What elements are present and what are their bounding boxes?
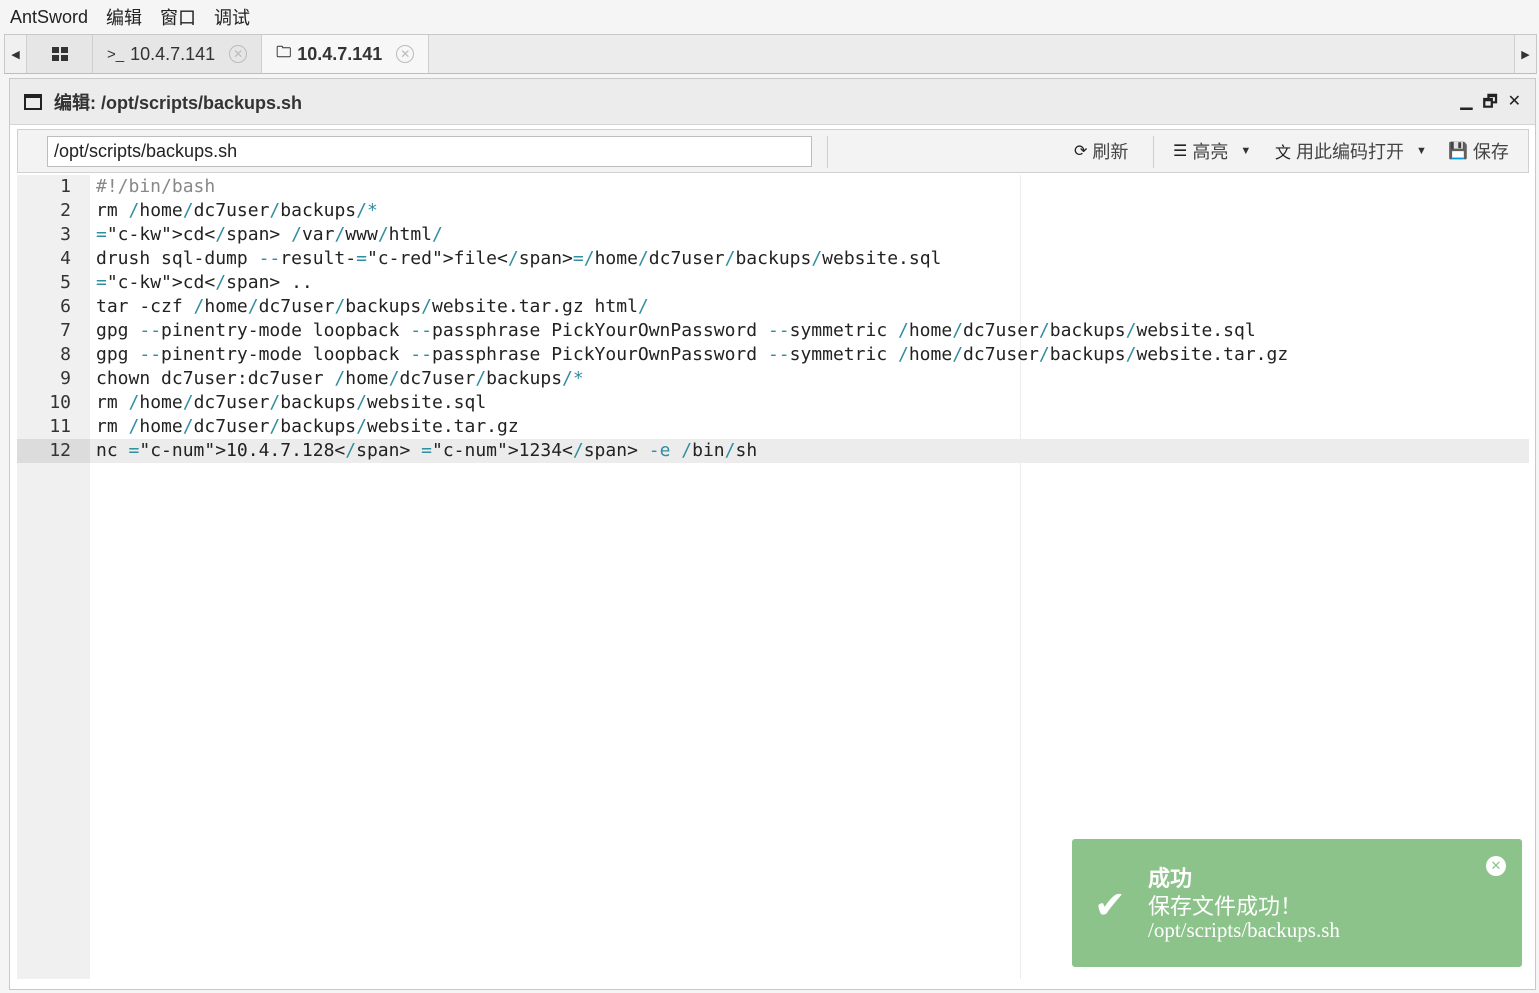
toast-message: 保存文件成功！ — [1148, 895, 1303, 920]
code-line[interactable]: 11 rm /home/dc7user/backups/website.tar.g… — [17, 415, 1529, 439]
line-code: rm /home/dc7user/backups/website.sql — [96, 392, 487, 413]
line-number: 8 — [60, 344, 71, 365]
close-icon[interactable]: ✕ — [1508, 91, 1521, 118]
window-title: 编辑: /opt/scripts/backups.sh — [54, 92, 303, 113]
code-line[interactable]: 6 tar -czf /home/dc7user/backups/website.… — [17, 295, 1529, 319]
highlight-dropdown[interactable]: ☰ 高亮 ▼ — [1173, 130, 1251, 172]
tab-file-manager[interactable]: 🗀 10.4.7.141 ✕ — [262, 35, 430, 73]
line-number: 6 — [60, 296, 71, 317]
translate-icon: 文 — [1275, 145, 1292, 162]
check-icon: ✔ — [1094, 885, 1126, 927]
tab-label: 10.4.7.141 — [130, 43, 216, 64]
success-toast: ✔ 成功 保存文件成功！ /opt/scripts/backups.sh ✕ — [1072, 839, 1522, 967]
caret-down-icon: ▼ — [1416, 145, 1427, 157]
close-icon[interactable]: ✕ — [396, 45, 415, 63]
save-label: 保存 — [1472, 142, 1509, 162]
list-icon: ☰ — [1173, 143, 1188, 160]
code-line[interactable]: 4 drush sql-dump --result-="c-red">file</… — [17, 247, 1529, 271]
window-titlebar[interactable]: 编辑: /opt/scripts/backups.sh ▁ 🗗 ✕ — [10, 79, 1535, 125]
caret-down-icon: ▼ — [1240, 145, 1252, 157]
code-line[interactable]: 5 ="c-kw">cd</span> .. — [17, 271, 1529, 295]
line-number: 3 — [60, 224, 71, 245]
tab-strip: ◀ >_ 10.4.7.141 ✕ 🗀 10.4.7.141 ✕ ▶ — [4, 34, 1537, 74]
line-code: nc ="c-num">10.4.7.128</span> ="c-num">1… — [96, 440, 758, 461]
toolbar-divider — [1153, 136, 1154, 168]
line-number: 7 — [60, 320, 71, 341]
close-icon[interactable]: ✕ — [1486, 856, 1506, 876]
toast-path: /opt/scripts/backups.sh — [1148, 918, 1340, 942]
line-number: 9 — [60, 368, 71, 389]
toolbar-divider — [827, 136, 828, 168]
line-code: rm /home/dc7user/backups/website.tar.gz — [96, 416, 519, 437]
window-controls: ▁ 🗗 ✕ — [1460, 91, 1521, 118]
code-line[interactable]: 3 ="c-kw">cd</span> /var/www/html/ — [17, 223, 1529, 247]
line-number: 2 — [60, 200, 71, 221]
code-line[interactable]: 1 #!/bin/bash — [17, 175, 1529, 199]
line-code: tar -czf /home/dc7user/backups/website.t… — [96, 296, 649, 317]
save-button[interactable]: 💾 保存 — [1448, 130, 1509, 172]
line-code: gpg --pinentry-mode loopback --passphras… — [96, 344, 1289, 365]
file-path-input[interactable] — [47, 136, 812, 167]
minimize-icon[interactable]: ▁ — [1460, 91, 1472, 118]
line-number: 5 — [60, 272, 71, 293]
menu-app[interactable]: AntSword — [10, 7, 88, 28]
line-number: 12 — [17, 439, 90, 463]
tab-scroll-right-icon[interactable]: ▶ — [1514, 35, 1536, 73]
restore-icon[interactable]: 🗗 — [1483, 91, 1498, 118]
code-line[interactable]: 8 gpg --pinentry-mode loopback --passphra… — [17, 343, 1529, 367]
code-line[interactable]: 12 nc ="c-num">10.4.7.128</span> ="c-num"… — [17, 439, 1529, 463]
line-code: gpg --pinentry-mode loopback --passphras… — [96, 320, 1256, 341]
encoding-label: 用此编码打开 — [1296, 142, 1405, 162]
line-number: 10 — [49, 392, 71, 413]
line-number: 1 — [60, 176, 71, 197]
tab-terminal[interactable]: >_ 10.4.7.141 ✕ — [93, 35, 263, 73]
save-icon: 💾 — [1448, 143, 1468, 160]
highlight-label: 高亮 — [1192, 142, 1229, 162]
menu-window[interactable]: 窗口 — [160, 4, 196, 30]
menu-bar: AntSword 编辑 窗口 调试 — [0, 0, 1539, 34]
refresh-icon: ⟳ — [1074, 143, 1088, 160]
close-icon[interactable]: ✕ — [229, 45, 248, 63]
line-number: 11 — [49, 416, 71, 437]
window-icon — [24, 93, 42, 110]
refresh-label: 刷新 — [1092, 142, 1129, 162]
menu-edit[interactable]: 编辑 — [106, 4, 142, 30]
folder-icon: 🗀 — [276, 43, 292, 61]
line-number: 4 — [60, 248, 71, 269]
refresh-button[interactable]: ⟳ 刷新 — [1074, 130, 1128, 172]
grid-icon — [51, 47, 68, 61]
line-code: drush sql-dump --result-="c-red">file</s… — [96, 248, 942, 269]
terminal-icon: >_ — [107, 45, 125, 63]
line-code: ="c-kw">cd</span> /var/www/html/ — [96, 224, 443, 245]
line-code: #!/bin/bash — [96, 176, 216, 197]
tab-scroll-left-icon[interactable]: ◀ — [5, 35, 27, 73]
menu-debug[interactable]: 调试 — [214, 4, 250, 30]
editor-toolbar: ⟳ 刷新 ☰ 高亮 ▼ 文 用此编码打开 ▼ 💾 保存 — [17, 129, 1529, 173]
code-line[interactable]: 10 rm /home/dc7user/backups/website.sql — [17, 391, 1529, 415]
line-code: rm /home/dc7user/backups/* — [96, 200, 378, 221]
code-line[interactable]: 9 chown dc7user:dc7user /home/dc7user/bac… — [17, 367, 1529, 391]
tab-label: 10.4.7.141 — [297, 43, 383, 64]
code-line[interactable]: 2 rm /home/dc7user/backups/* — [17, 199, 1529, 223]
code-line[interactable]: 7 gpg --pinentry-mode loopback --passphra… — [17, 319, 1529, 343]
tab-home[interactable] — [27, 35, 93, 73]
line-code: ="c-kw">cd</span> .. — [96, 272, 313, 293]
encoding-dropdown[interactable]: 文 用此编码打开 ▼ — [1275, 130, 1427, 172]
line-code: chown dc7user:dc7user /home/dc7user/back… — [96, 368, 584, 389]
